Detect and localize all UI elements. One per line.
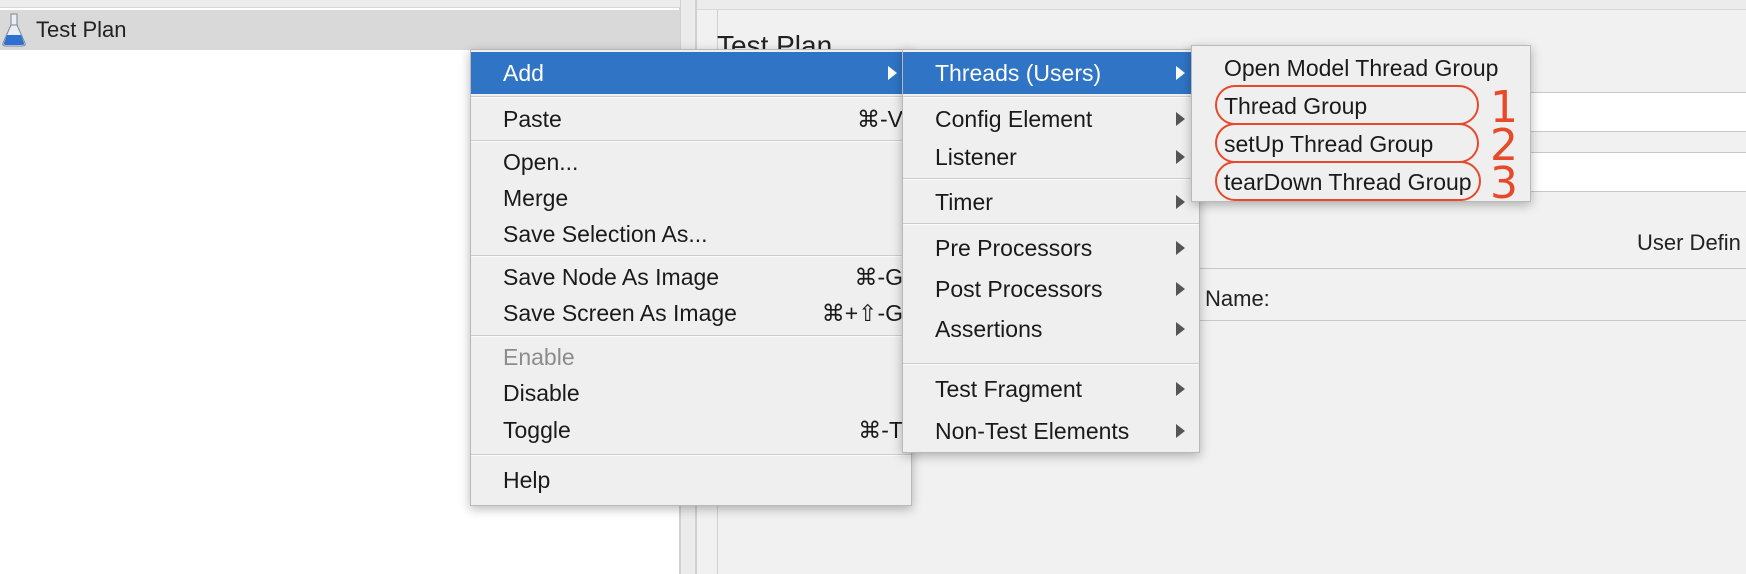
menu-separator: [903, 178, 1199, 180]
menu-item-enable-label: Enable: [503, 343, 575, 370]
menu-separator: [471, 140, 911, 142]
menu-separator: [903, 223, 1199, 225]
menu-item-disable-label: Disable: [503, 379, 580, 406]
menu-separator: [471, 335, 911, 337]
submenu-item-timer[interactable]: Timer: [903, 182, 1199, 222]
paste-shortcut: ⌘-V: [857, 105, 903, 132]
submenu-arrow-icon: [1176, 112, 1185, 126]
user-defined-variables-label: User Defin: [1637, 230, 1741, 255]
save-node-shortcut: ⌘-G: [854, 263, 903, 290]
editor-top-border: [697, 0, 1746, 10]
submenu-item-pre-processors[interactable]: Pre Processors: [903, 227, 1199, 269]
submenu-arrow-icon: [888, 66, 897, 80]
submenu-arrow-icon: [1176, 150, 1185, 164]
submenu-arrow-icon: [1176, 195, 1185, 209]
menu-item-toggle-label: Toggle: [503, 416, 571, 443]
variables-name-column-header: Name:: [1205, 286, 1270, 311]
annotation-oval-2: [1215, 123, 1479, 163]
menu-item-save-screen-as-image[interactable]: Save Screen As Image ⌘+⇧-G: [471, 295, 911, 331]
variables-table-header-bottom: [1177, 320, 1746, 321]
menu-item-save-selection-label: Save Selection As...: [503, 220, 708, 247]
annotation-oval-1: [1215, 85, 1479, 125]
save-screen-shortcut: ⌘+⇧-G: [821, 299, 903, 326]
open-model-thread-group-label: Open Model Thread Group: [1224, 54, 1499, 81]
menu-item-save-node-label: Save Node As Image: [503, 263, 720, 290]
threads-item-open-model-thread-group[interactable]: Open Model Thread Group: [1192, 50, 1530, 86]
menu-item-open-label: Open...: [503, 148, 579, 175]
menu-separator: [903, 96, 1199, 98]
submenu-item-post-processors-label: Post Processors: [935, 275, 1103, 302]
submenu-item-assertions[interactable]: Assertions: [903, 309, 1199, 349]
submenu-item-timer-label: Timer: [935, 188, 993, 215]
submenu-item-pre-processors-label: Pre Processors: [935, 234, 1093, 261]
toggle-shortcut: ⌘-T: [858, 416, 903, 443]
submenu-item-threads-label: Threads (Users): [935, 59, 1102, 86]
variables-table-header-top: [1177, 268, 1746, 269]
menu-separator: [471, 255, 911, 257]
menu-item-help-label: Help: [503, 466, 551, 493]
menu-item-merge-label: Merge: [503, 184, 569, 211]
submenu-item-test-fragment[interactable]: Test Fragment: [903, 367, 1199, 411]
submenu-arrow-icon: [1176, 66, 1185, 80]
menu-item-merge[interactable]: Merge: [471, 180, 911, 216]
annotation-number-3: 3: [1490, 158, 1518, 209]
submenu-arrow-icon: [1176, 424, 1185, 438]
menu-separator: [471, 96, 911, 98]
menu-item-save-screen-label: Save Screen As Image: [503, 299, 737, 326]
context-menu: Add Paste ⌘-V Open... Merge Save Selecti…: [470, 49, 912, 506]
submenu-item-config-label: Config Element: [935, 105, 1093, 132]
menu-item-paste-label: Paste: [503, 105, 562, 132]
submenu-item-config-element[interactable]: Config Element: [903, 100, 1199, 138]
submenu-item-post-processors[interactable]: Post Processors: [903, 269, 1199, 309]
submenu-item-non-test-label: Non-Test Elements: [935, 417, 1130, 444]
flask-icon: [0, 13, 28, 47]
menu-item-save-node-as-image[interactable]: Save Node As Image ⌘-G: [471, 259, 911, 295]
menu-separator: [471, 454, 911, 456]
menu-item-enable: Enable: [471, 339, 911, 375]
menu-item-save-selection-as[interactable]: Save Selection As...: [471, 216, 911, 252]
submenu-item-listener-label: Listener: [935, 143, 1017, 170]
submenu-item-listener[interactable]: Listener: [903, 138, 1199, 176]
menu-item-disable[interactable]: Disable: [471, 375, 911, 411]
add-submenu: Threads (Users) Config Element Listener …: [902, 49, 1200, 453]
menu-item-help[interactable]: Help: [471, 458, 911, 502]
submenu-arrow-icon: [1176, 241, 1185, 255]
tree-top-border: [0, 0, 680, 8]
menu-item-toggle[interactable]: Toggle ⌘-T: [471, 411, 911, 449]
submenu-arrow-icon: [1176, 322, 1185, 336]
submenu-item-threads-users[interactable]: Threads (Users): [903, 52, 1199, 94]
submenu-item-non-test-elements[interactable]: Non-Test Elements: [903, 411, 1199, 451]
menu-item-add[interactable]: Add: [471, 52, 911, 94]
submenu-arrow-icon: [1176, 282, 1185, 296]
submenu-arrow-icon: [1176, 382, 1185, 396]
tree-node-test-plan[interactable]: Test Plan: [0, 10, 680, 50]
menu-separator: [903, 363, 1199, 365]
menu-item-paste[interactable]: Paste ⌘-V: [471, 100, 911, 138]
annotation-oval-3: [1215, 161, 1481, 201]
menu-item-add-label: Add: [503, 59, 544, 86]
menu-item-open[interactable]: Open...: [471, 144, 911, 180]
submenu-item-test-fragment-label: Test Fragment: [935, 375, 1082, 402]
submenu-item-assertions-label: Assertions: [935, 315, 1043, 342]
tree-node-label: Test Plan: [36, 17, 127, 42]
